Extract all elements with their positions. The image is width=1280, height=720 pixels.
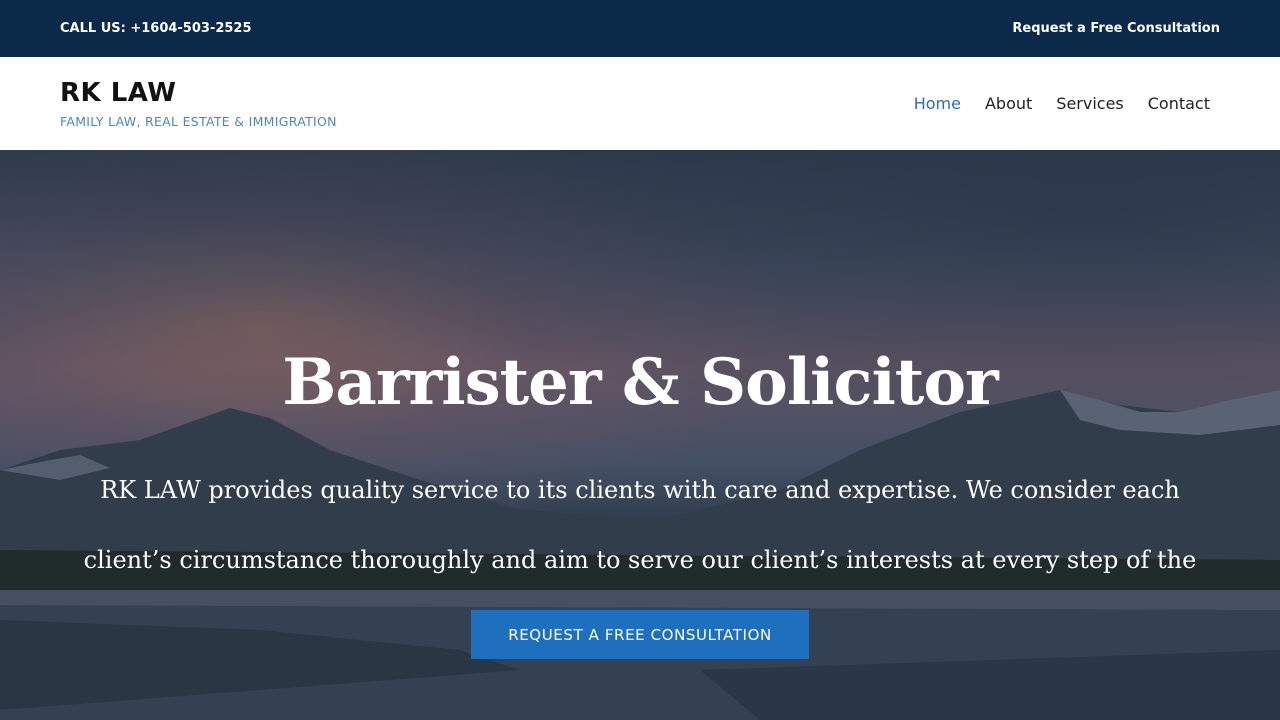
nav-contact[interactable]: Contact — [1148, 94, 1210, 113]
call-us-text: CALL US: +1604-503-2525 — [60, 21, 252, 36]
site-logo-text[interactable]: RK LAW — [60, 78, 337, 108]
request-consultation-link[interactable]: Request a Free Consultation — [1012, 21, 1220, 36]
request-consultation-button[interactable]: REQUEST A FREE CONSULTATION — [471, 610, 809, 659]
hero-section: Barrister & Solicitor RK LAW provides qu… — [0, 150, 1280, 720]
site-header: RK LAW FAMILY LAW, REAL ESTATE & IMMIGRA… — [0, 57, 1280, 150]
nav-about[interactable]: About — [985, 94, 1032, 113]
site-tagline: FAMILY LAW, REAL ESTATE & IMMIGRATION — [60, 114, 337, 129]
nav-home[interactable]: Home — [914, 94, 961, 113]
brand[interactable]: RK LAW FAMILY LAW, REAL ESTATE & IMMIGRA… — [60, 78, 337, 129]
top-bar: CALL US: +1604-503-2525 Request a Free C… — [0, 0, 1280, 57]
nav-services[interactable]: Services — [1056, 94, 1123, 113]
main-nav: Home About Services Contact — [914, 94, 1210, 113]
hero-title: Barrister & Solicitor — [282, 345, 998, 420]
